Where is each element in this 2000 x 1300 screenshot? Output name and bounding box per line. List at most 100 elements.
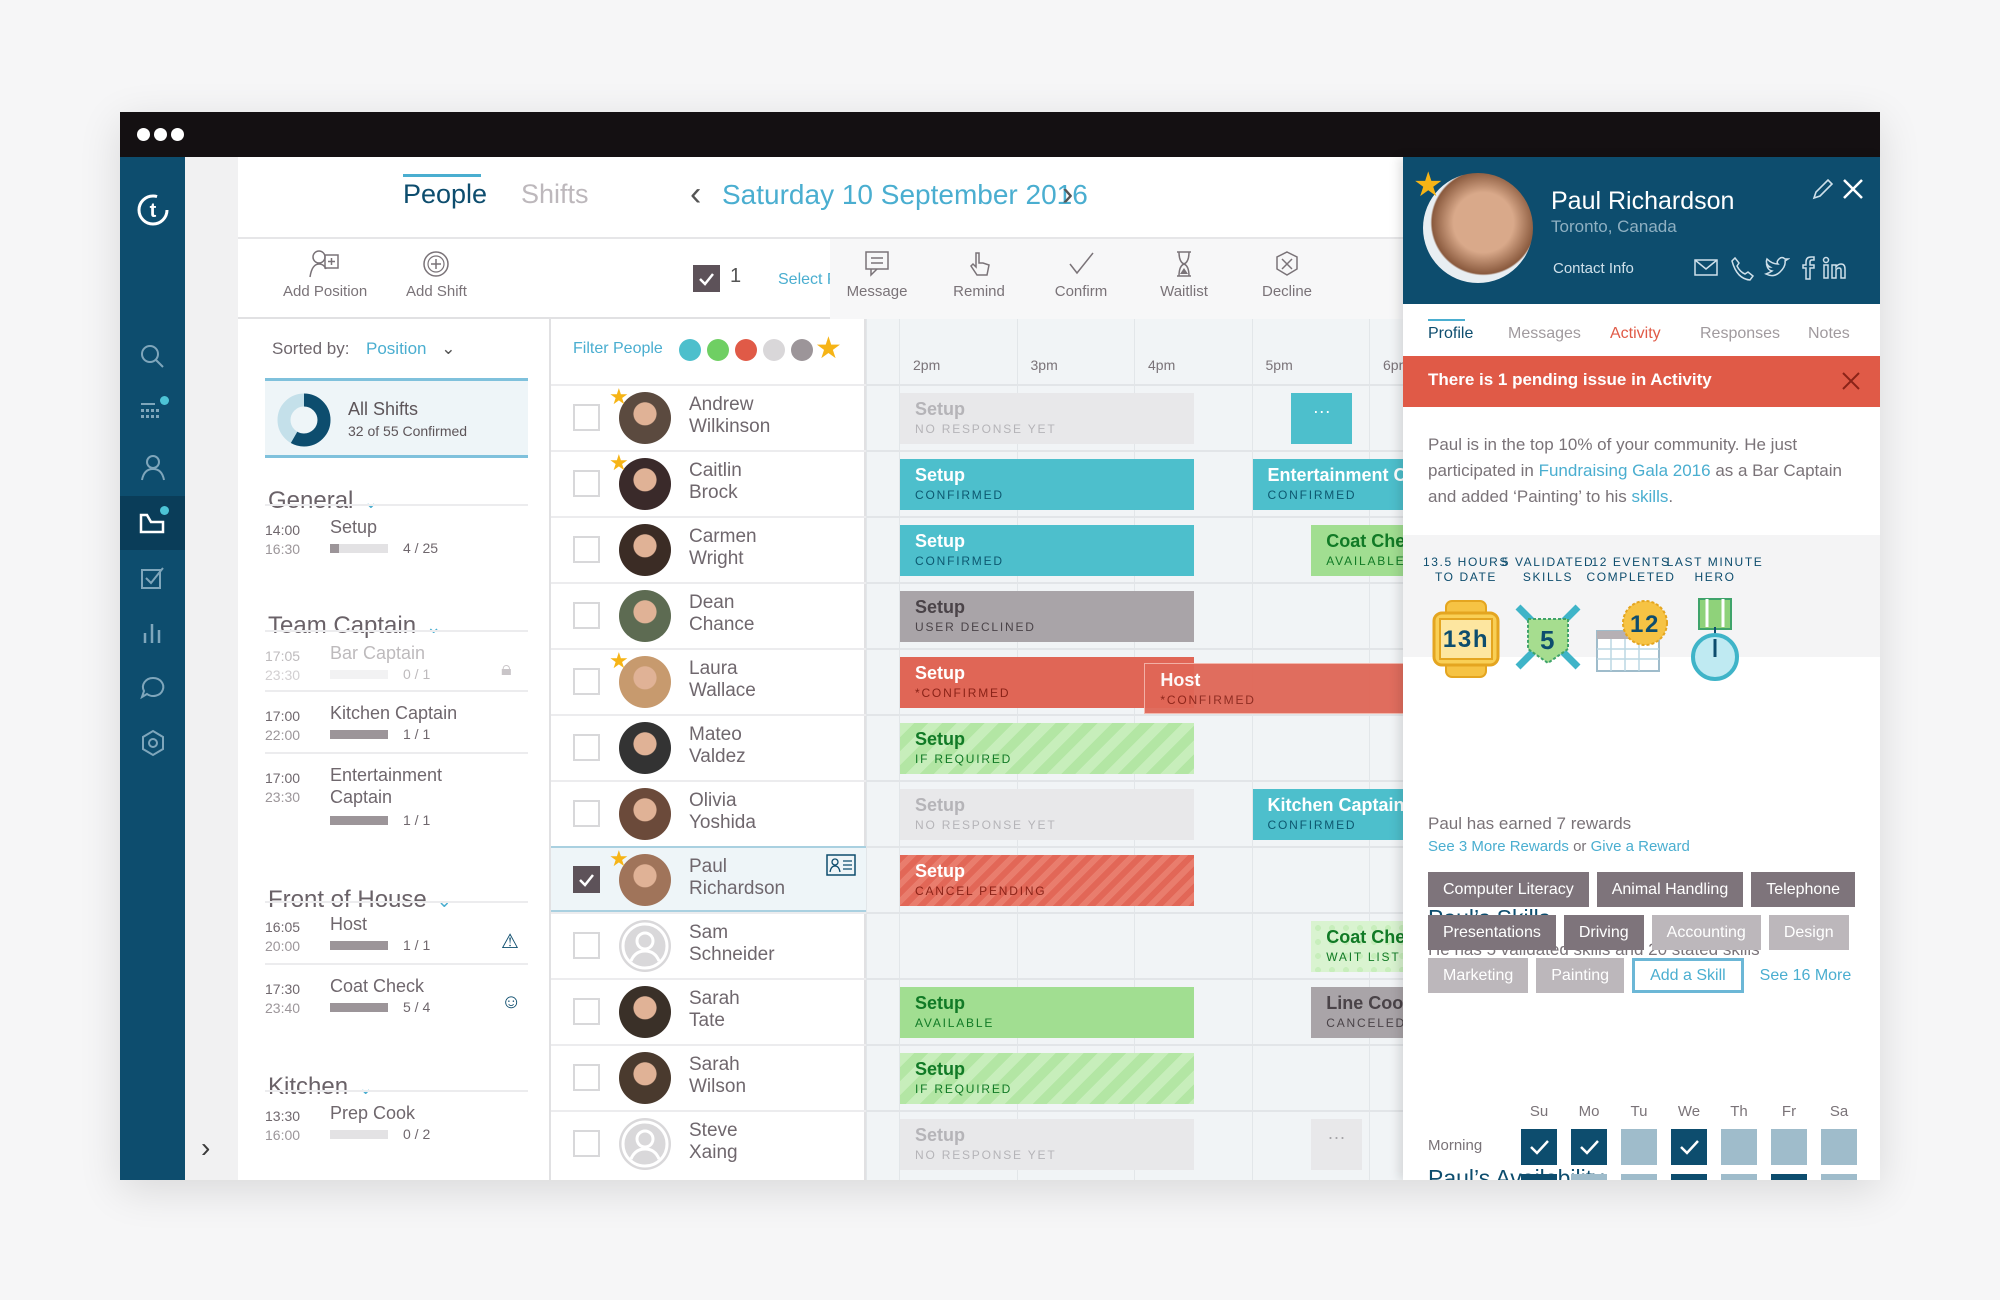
tab-messages[interactable]: Messages [1508, 325, 1581, 343]
person-name[interactable]: Sarah Tate [689, 988, 740, 1032]
shift-block[interactable]: Kitchen Captain CONFIRMED [1252, 789, 1403, 840]
sidebar-item-folder[interactable] [120, 496, 185, 550]
filter-dot[interactable] [791, 339, 813, 361]
person-name[interactable]: Carmen Wright [689, 526, 757, 570]
select-all-checkbox[interactable] [693, 265, 720, 292]
tab-people[interactable]: People [403, 179, 487, 210]
person-row[interactable]: ★ Andrew Wilkinson [551, 384, 866, 450]
shift-row[interactable]: 14:00 16:30 Setup 4 / 25 [265, 504, 528, 566]
avatar[interactable] [619, 788, 671, 840]
avatar[interactable] [619, 722, 671, 774]
availability-cell[interactable] [1671, 1174, 1707, 1180]
expand-chevron-icon[interactable]: › [201, 1132, 210, 1164]
person-name[interactable]: Sam Schneider [689, 922, 775, 966]
availability-cell[interactable] [1771, 1129, 1807, 1165]
shift-block[interactable]: Setup CONFIRMED [900, 525, 1194, 576]
skill-chip[interactable]: Marketing [1428, 958, 1529, 993]
person-checkbox[interactable] [573, 998, 600, 1025]
person-row[interactable]: Sam Schneider [551, 912, 866, 978]
favorite-star-icon[interactable]: ★ [1413, 165, 1443, 205]
availability-cell[interactable] [1821, 1174, 1857, 1180]
person-checkbox[interactable] [573, 470, 600, 497]
person-name[interactable]: Caitlin Brock [689, 460, 742, 504]
person-row[interactable]: Mateo Valdez [551, 714, 866, 780]
filter-dot[interactable] [763, 339, 785, 361]
person-row[interactable]: ★ Caitlin Brock [551, 450, 866, 516]
shift-block[interactable]: ··· [1311, 1119, 1362, 1170]
see-more-skills-link[interactable]: See 16 More [1752, 958, 1860, 993]
person-row[interactable]: Dean Chance [551, 582, 866, 648]
shift-block[interactable]: Setup NO RESPONSE YET [900, 393, 1194, 444]
person-checkbox[interactable] [573, 1130, 600, 1157]
filter-dot[interactable] [679, 339, 701, 361]
person-name[interactable]: Olivia Yoshida [689, 790, 756, 834]
person-checkbox[interactable] [573, 668, 600, 695]
shift-block[interactable]: Setup IF REQUIRED [900, 723, 1194, 774]
person-checkbox[interactable] [573, 866, 600, 893]
availability-cell[interactable] [1521, 1129, 1557, 1165]
person-row[interactable]: ★ Paul Richardson [551, 846, 866, 912]
avatar[interactable] [619, 590, 671, 642]
availability-cell[interactable] [1621, 1174, 1657, 1180]
availability-cell[interactable] [1621, 1129, 1657, 1165]
shift-block[interactable]: Setup CANCEL PENDING [900, 855, 1194, 906]
person-checkbox[interactable] [573, 602, 600, 629]
give-reward-link[interactable]: Give a Reward [1591, 838, 1690, 855]
window-dot[interactable] [137, 128, 150, 141]
tab-profile[interactable]: Profile [1428, 325, 1473, 343]
person-row[interactable]: ★ Laura Wallace [551, 648, 866, 714]
sidebar-item-logo[interactable]: t [120, 183, 185, 237]
person-name[interactable]: Sarah Wilson [689, 1054, 746, 1098]
all-shifts-card[interactable]: All Shifts 32 of 55 Confirmed [265, 378, 528, 458]
add-shift-button[interactable]: Add Shift [406, 249, 467, 300]
tab-responses[interactable]: Responses [1700, 325, 1780, 343]
sidebar-item-chart[interactable] [120, 606, 185, 660]
tab-activity[interactable]: Activity [1610, 325, 1661, 343]
add-position-button[interactable]: Add Position [283, 249, 367, 300]
linkedin-icon[interactable] [1821, 255, 1848, 282]
event-link[interactable]: Fundraising Gala 2016 [1539, 461, 1711, 480]
action-confirm-button[interactable]: Confirm [1046, 249, 1116, 300]
person-checkbox[interactable] [573, 800, 600, 827]
shift-block[interactable]: Coat Check AVAILABLE [1311, 525, 1403, 576]
shift-block[interactable]: Setup NO RESPONSE YET [900, 1119, 1194, 1170]
person-checkbox[interactable] [573, 734, 600, 761]
avatar[interactable] [619, 920, 671, 972]
lock-icon[interactable]: 🔒︎ [501, 658, 512, 681]
filter-dot[interactable] [707, 339, 729, 361]
shift-block[interactable]: Line Cook CANCELED [1311, 987, 1403, 1038]
dismiss-alert-icon[interactable] [1841, 371, 1861, 391]
sidebar-item-person[interactable] [120, 441, 185, 495]
twitter-icon[interactable] [1763, 255, 1790, 282]
availability-cell[interactable] [1521, 1174, 1557, 1180]
filter-star-icon[interactable]: ★ [815, 331, 842, 366]
contact-info-label[interactable]: Contact Info [1553, 260, 1634, 277]
edit-pencil-icon[interactable] [1811, 177, 1835, 201]
action-decline-button[interactable]: Decline [1252, 249, 1322, 300]
person-row[interactable]: Carmen Wright [551, 516, 866, 582]
skill-chip[interactable]: Animal Handling [1596, 872, 1744, 907]
availability-cell[interactable] [1671, 1129, 1707, 1165]
shift-block[interactable]: Setup NO RESPONSE YET [900, 789, 1194, 840]
skill-chip[interactable]: Presentations [1428, 915, 1556, 950]
shift-block[interactable]: Coat Check WAIT LIST [1311, 921, 1403, 972]
skill-chip[interactable]: Computer Literacy [1428, 872, 1589, 907]
shift-block[interactable]: Entertainment Captain CONFIRMED [1252, 459, 1403, 510]
availability-cell[interactable] [1721, 1174, 1757, 1180]
person-row[interactable]: Olivia Yoshida [551, 780, 866, 846]
tab-shifts[interactable]: Shifts [521, 179, 589, 210]
action-message-button[interactable]: Message [842, 249, 912, 300]
skill-chip[interactable]: Telephone [1751, 872, 1856, 907]
person-checkbox[interactable] [573, 536, 600, 563]
person-name[interactable]: Paul Richardson [689, 856, 785, 900]
email-icon[interactable] [1693, 255, 1720, 282]
shift-block[interactable]: Setup AVAILABLE [900, 987, 1194, 1038]
person-name[interactable]: Dean Chance [689, 592, 755, 636]
add-skill-button[interactable]: Add a Skill [1632, 958, 1744, 993]
filter-dot[interactable] [735, 339, 757, 361]
avatar[interactable] [619, 524, 671, 576]
availability-cell[interactable] [1771, 1174, 1807, 1180]
shift-row[interactable]: 17:30 23:40 Coat Check 5 / 4 ☺︎ [265, 963, 528, 1025]
availability-cell[interactable] [1571, 1174, 1607, 1180]
person-name[interactable]: Steve Xaing [689, 1120, 738, 1164]
